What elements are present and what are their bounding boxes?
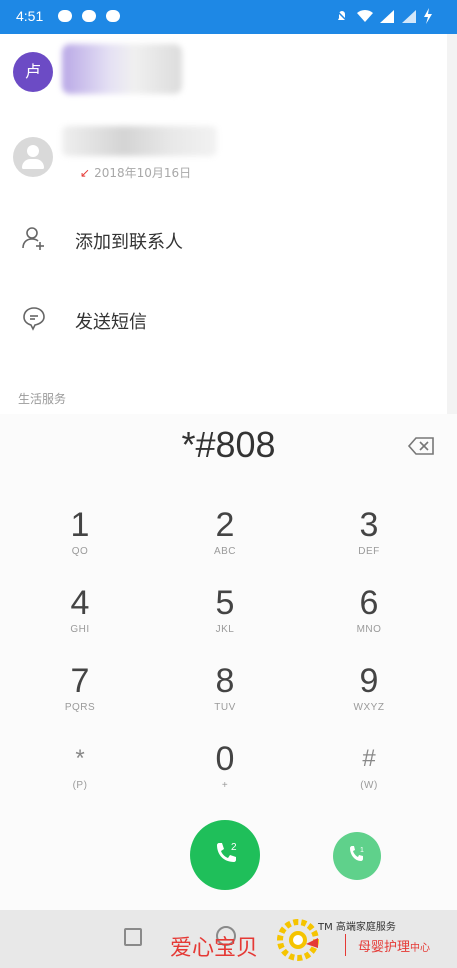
phone-icon: 2	[217, 842, 237, 862]
key-letters: QO	[71, 546, 89, 557]
key-digit: 7	[70, 662, 90, 700]
key-letters: (P)	[72, 780, 88, 791]
key-digit: #	[362, 745, 376, 772]
dial-key-6[interactable]: 6 MNO	[314, 584, 424, 654]
key-digit: 8	[215, 662, 235, 700]
key-letters: WXYZ	[353, 702, 385, 713]
call-button-sim1[interactable]: 1	[333, 832, 381, 880]
status-time: 4:51	[16, 8, 44, 24]
watermark-brand: 爱心宝贝	[170, 936, 259, 961]
sim-number-label: 2	[231, 842, 237, 853]
navigation-bar: 爱心宝贝 TM 高端家庭服务 母婴护理中心	[0, 910, 457, 968]
signal-icon	[402, 10, 416, 23]
add-to-contacts-label: 添加到联系人	[75, 232, 183, 253]
watermark-subtitle-small: 中心	[410, 943, 431, 954]
mute-icon	[335, 9, 349, 23]
key-letters: PQRS	[64, 702, 96, 713]
signal-icon	[380, 10, 394, 23]
dial-key-star[interactable]: * (P)	[25, 740, 135, 810]
dial-key-0[interactable]: 0 +	[170, 740, 280, 810]
phone-icon: 1	[350, 846, 364, 861]
backspace-icon[interactable]	[407, 436, 435, 456]
send-sms-label: 发送短信	[75, 312, 147, 333]
key-digit: 1	[70, 506, 90, 544]
wechat-notification-icon	[106, 10, 120, 22]
call-button-sim2[interactable]: 2	[190, 820, 260, 890]
watermark-tagline: TM 高端家庭服务	[318, 922, 396, 933]
key-letters: +	[221, 780, 229, 791]
key-digit: 9	[359, 662, 379, 700]
scroll-edge	[447, 34, 457, 414]
key-letters: (W)	[360, 780, 378, 791]
send-sms-action[interactable]: 发送短信	[0, 290, 447, 350]
key-letters: ABC	[213, 546, 237, 557]
key-letters: MNO	[356, 624, 382, 635]
message-icon	[23, 307, 45, 331]
dialed-number[interactable]: *#808	[0, 424, 457, 466]
dial-key-hash[interactable]: # (W)	[314, 740, 424, 810]
key-digit: *	[75, 745, 85, 772]
recents-button[interactable]	[124, 928, 142, 946]
contact-avatar[interactable]: 卢	[13, 52, 53, 92]
dial-key-5[interactable]: 5 JKL	[170, 584, 280, 654]
missed-call-arrow-icon: ↙	[80, 166, 91, 180]
battery-charging-icon	[424, 8, 432, 24]
key-digit: 3	[359, 506, 379, 544]
wechat-notification-icon	[82, 10, 96, 22]
key-letters: GHI	[70, 624, 90, 635]
dial-key-1[interactable]: 1 QO	[25, 506, 135, 576]
key-letters: TUV	[214, 702, 236, 713]
unknown-contact-avatar[interactable]	[13, 137, 53, 177]
dialpad-panel: *#808 1 QO 2 ABC 3 DEF 4 GHI 5 JKL 6 MNO…	[0, 414, 457, 910]
dial-key-9[interactable]: 9 WXYZ	[314, 662, 424, 732]
key-digit: 6	[359, 584, 379, 622]
dial-key-7[interactable]: 7 PQRS	[25, 662, 135, 732]
watermark-subtitle-main: 母婴护理	[358, 940, 411, 955]
section-title: 生活服务	[18, 392, 67, 406]
wifi-icon	[357, 9, 373, 22]
watermark-divider	[345, 934, 346, 956]
watermark-subtitle: 母婴护理中心	[358, 936, 430, 955]
add-person-icon	[22, 227, 44, 250]
key-digit: 5	[215, 584, 235, 622]
wechat-notification-icon	[58, 10, 72, 22]
dial-key-8[interactable]: 8 TUV	[170, 662, 280, 732]
key-digit: 0	[215, 740, 235, 778]
status-bar: 4:51	[0, 0, 457, 34]
key-digit: 2	[215, 506, 235, 544]
recent-call-info: ↙ 2018年10月16日	[80, 164, 191, 181]
recent-call-date: 2018年10月16日	[94, 166, 192, 180]
key-letters: DEF	[358, 546, 380, 557]
dial-key-3[interactable]: 3 DEF	[314, 506, 424, 576]
sim-number-label: 1	[360, 847, 364, 854]
dial-key-4[interactable]: 4 GHI	[25, 584, 135, 654]
key-digit: 4	[70, 584, 90, 622]
dial-key-2[interactable]: 2 ABC	[170, 506, 280, 576]
blurred-contact-name[interactable]	[62, 44, 182, 94]
search-results-panel: 卢 ↙ 2018年10月16日 添加到联系人 发送短信 生活服务	[0, 34, 447, 414]
watermark-logo-icon	[277, 919, 319, 961]
blurred-contact-number[interactable]	[62, 126, 217, 156]
add-to-contacts-action[interactable]: 添加到联系人	[0, 210, 447, 270]
avatar-letter: 卢	[24, 62, 41, 81]
key-letters: JKL	[215, 624, 235, 635]
